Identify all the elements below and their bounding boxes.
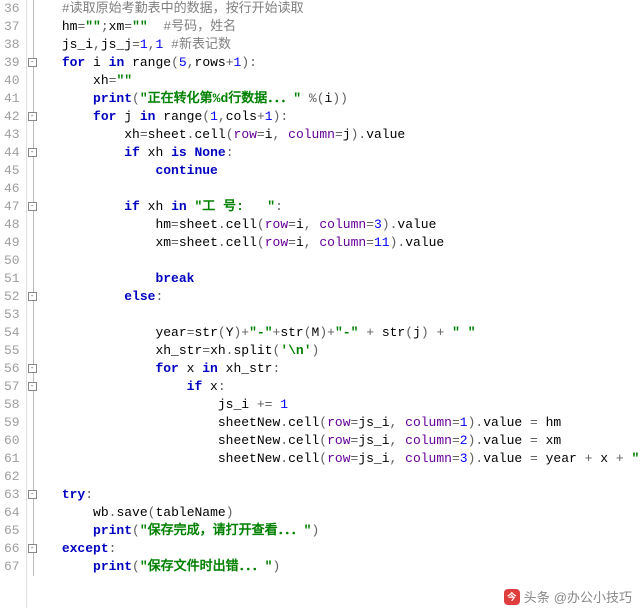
fold-toggle-icon[interactable]: - bbox=[28, 490, 37, 499]
line-number: 42 bbox=[4, 108, 20, 126]
code-line[interactable]: xh=sheet.cell(row=i, column=j).value bbox=[31, 126, 640, 144]
code-line[interactable] bbox=[31, 180, 640, 198]
line-number: 36 bbox=[4, 0, 20, 18]
code-line[interactable]: except: bbox=[31, 540, 640, 558]
line-number: 64 bbox=[4, 504, 20, 522]
line-number: 55 bbox=[4, 342, 20, 360]
code-line[interactable]: js_i,js_j=1,1 #新表记数 bbox=[31, 36, 640, 54]
line-number: 48 bbox=[4, 216, 20, 234]
fold-toggle-icon[interactable]: - bbox=[28, 58, 37, 67]
line-number: 39 bbox=[4, 54, 20, 72]
code-line[interactable]: for j in range(1,cols+1): bbox=[31, 108, 640, 126]
code-line[interactable]: xh="" bbox=[31, 72, 640, 90]
line-number: 43 bbox=[4, 126, 20, 144]
code-line[interactable]: print("正在转化第%d行数据．．．" %(i)) bbox=[31, 90, 640, 108]
code-area[interactable]: #读取原始考勤表中的数据，按行开始读取 hm="";xm="" #号码，姓名 j… bbox=[27, 0, 640, 608]
line-number: 61 bbox=[4, 450, 20, 468]
code-line[interactable]: js_i += 1 bbox=[31, 396, 640, 414]
code-line[interactable]: else: bbox=[31, 288, 640, 306]
code-line[interactable]: if xh is None: bbox=[31, 144, 640, 162]
line-number: 60 bbox=[4, 432, 20, 450]
fold-toggle-icon[interactable]: - bbox=[28, 148, 37, 157]
line-number: 65 bbox=[4, 522, 20, 540]
line-number: 59 bbox=[4, 414, 20, 432]
line-number: 47 bbox=[4, 198, 20, 216]
code-line[interactable] bbox=[31, 252, 640, 270]
toutiao-logo-icon: 今 bbox=[504, 589, 520, 605]
code-line[interactable]: continue bbox=[31, 162, 640, 180]
line-number: 37 bbox=[4, 18, 20, 36]
code-line[interactable]: wb.save(tableName) bbox=[31, 504, 640, 522]
code-line[interactable] bbox=[31, 306, 640, 324]
code-line[interactable]: sheetNew.cell(row=js_i, column=1).value … bbox=[31, 414, 640, 432]
line-number: 41 bbox=[4, 90, 20, 108]
code-line[interactable]: print("保存文件时出错．．．") bbox=[31, 558, 640, 576]
code-line[interactable]: xm=sheet.cell(row=i, column=11).value bbox=[31, 234, 640, 252]
code-line[interactable]: if x: bbox=[31, 378, 640, 396]
watermark-brand: 头条 bbox=[524, 587, 550, 606]
line-number: 45 bbox=[4, 162, 20, 180]
line-number: 66 bbox=[4, 540, 20, 558]
code-line[interactable]: hm=sheet.cell(row=i, column=3).value bbox=[31, 216, 640, 234]
line-number: 62 bbox=[4, 468, 20, 486]
line-number: 46 bbox=[4, 180, 20, 198]
code-line[interactable]: for x in xh_str: bbox=[31, 360, 640, 378]
fold-toggle-icon[interactable]: - bbox=[28, 202, 37, 211]
code-line[interactable]: break bbox=[31, 270, 640, 288]
code-line[interactable]: sheetNew.cell(row=js_i, column=2).value … bbox=[31, 432, 640, 450]
fold-toggle-icon[interactable]: - bbox=[28, 364, 37, 373]
code-line[interactable]: year=str(Y)+"-"+str(M)+"-" + str(j) + " … bbox=[31, 324, 640, 342]
line-number: 53 bbox=[4, 306, 20, 324]
code-line[interactable]: hm="";xm="" #号码，姓名 bbox=[31, 18, 640, 36]
line-number: 58 bbox=[4, 396, 20, 414]
fold-toggle-icon[interactable]: - bbox=[28, 112, 37, 121]
fold-toggle-icon[interactable]: - bbox=[28, 292, 37, 301]
line-number: 38 bbox=[4, 36, 20, 54]
code-line[interactable]: sheetNew.cell(row=js_i, column=3).value … bbox=[31, 450, 640, 468]
code-line[interactable]: for i in range(5,rows+1): bbox=[31, 54, 640, 72]
line-number: 54 bbox=[4, 324, 20, 342]
code-line[interactable]: print("保存完成，请打开查看．．．") bbox=[31, 522, 640, 540]
fold-toggle-icon[interactable]: - bbox=[28, 382, 37, 391]
fold-toggle-icon[interactable]: - bbox=[28, 544, 37, 553]
line-number: 44 bbox=[4, 144, 20, 162]
code-line[interactable] bbox=[31, 468, 640, 486]
code-line[interactable]: xh_str=xh.split('\n') bbox=[31, 342, 640, 360]
line-number: 56 bbox=[4, 360, 20, 378]
line-number: 50 bbox=[4, 252, 20, 270]
code-line[interactable]: #读取原始考勤表中的数据，按行开始读取 bbox=[31, 0, 640, 18]
line-number: 49 bbox=[4, 234, 20, 252]
code-editor[interactable]: 3637383940414243444546474849505152535455… bbox=[0, 0, 640, 608]
line-number: 57 bbox=[4, 378, 20, 396]
line-number: 52 bbox=[4, 288, 20, 306]
line-number: 67 bbox=[4, 558, 20, 576]
watermark-user: @办公小技巧 bbox=[554, 587, 632, 606]
line-number: 40 bbox=[4, 72, 20, 90]
code-line[interactable]: try: bbox=[31, 486, 640, 504]
line-number: 51 bbox=[4, 270, 20, 288]
watermark: 今 头条 @办公小技巧 bbox=[504, 587, 632, 606]
line-number-gutter: 3637383940414243444546474849505152535455… bbox=[0, 0, 27, 608]
line-number: 63 bbox=[4, 486, 20, 504]
code-line[interactable]: if xh in "工 号: ": bbox=[31, 198, 640, 216]
